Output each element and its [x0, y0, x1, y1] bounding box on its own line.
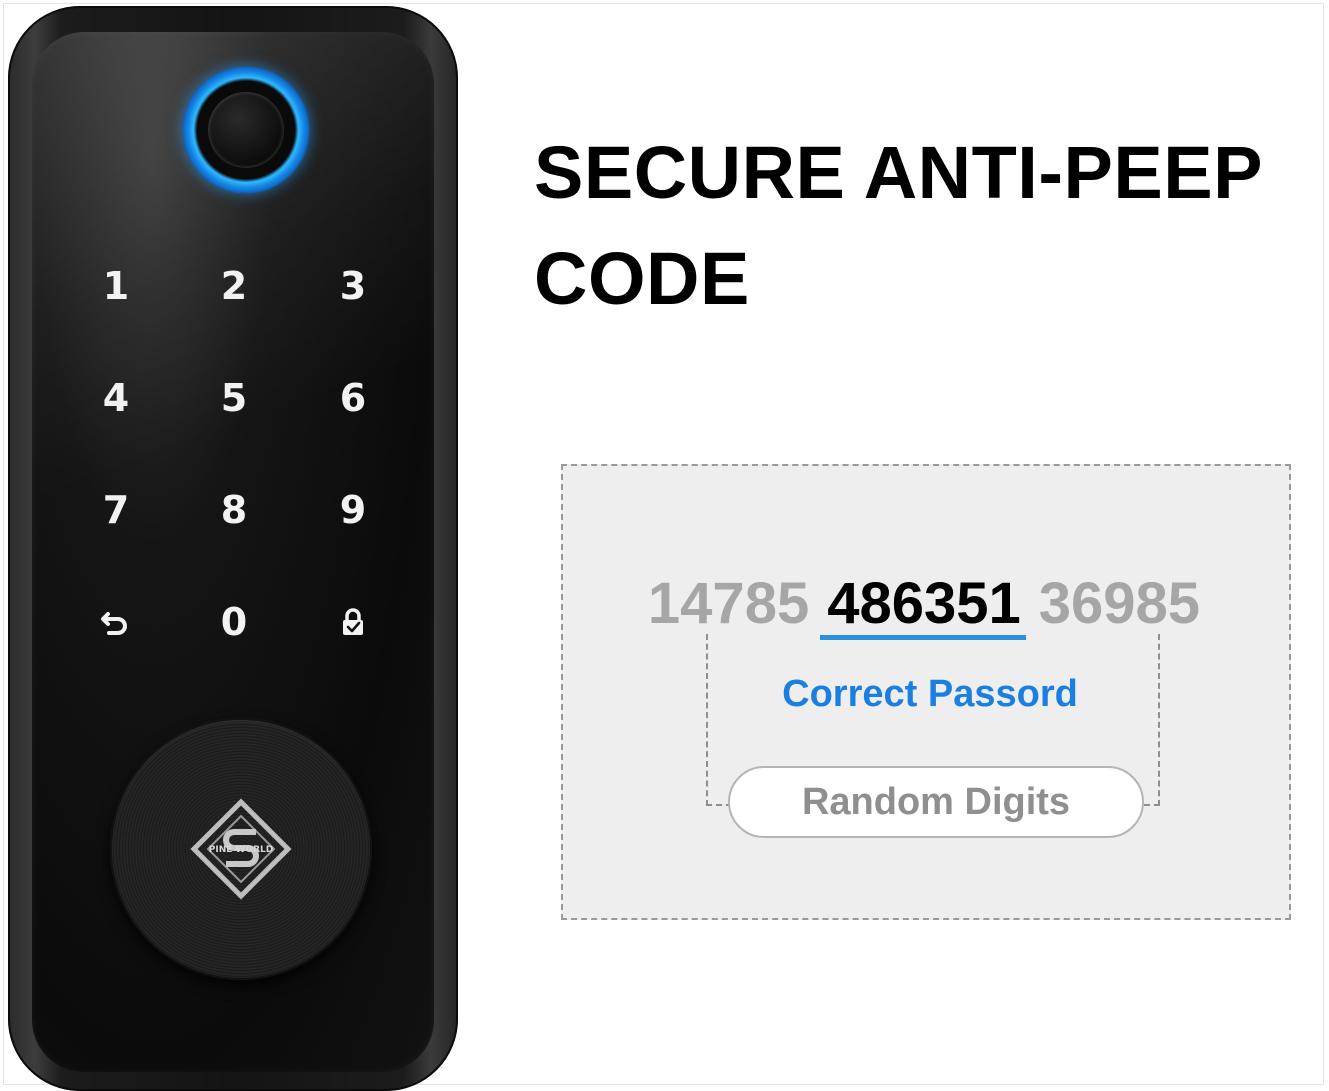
key-5[interactable]: 5 [204, 368, 264, 428]
smart-lock-device: 1 2 3 4 5 6 7 8 9 0 PINE WORLD [8, 6, 458, 1091]
lock-front-panel: 1 2 3 4 5 6 7 8 9 0 PINE WORLD [32, 32, 434, 1072]
code-sequence: 14785 486351 36985 [564, 568, 1284, 640]
lock-key[interactable] [323, 592, 383, 652]
key-1[interactable]: 1 [86, 256, 146, 316]
back-key[interactable] [86, 592, 146, 652]
headline-line-1: SECURE ANTI-PEEP [534, 131, 1263, 214]
logo-text: PINE WORLD [209, 845, 273, 855]
correct-password-underline [820, 635, 1026, 640]
random-digits-before: 14785 [647, 571, 810, 636]
back-arrow-icon [101, 612, 127, 635]
key-2[interactable]: 2 [204, 256, 264, 316]
headline-line-2: CODE [534, 237, 750, 320]
key-8[interactable]: 8 [204, 480, 264, 540]
random-digits-after: 36985 [1038, 571, 1201, 636]
page-headline: SECURE ANTI-PEEP CODE [534, 120, 1324, 332]
key-0[interactable]: 0 [204, 592, 264, 652]
correct-password-digits: 486351 [827, 571, 1021, 636]
random-digits-text: Random Digits [801, 780, 1071, 823]
correct-password-label: Correct Passord [782, 673, 1078, 715]
key-9[interactable]: 9 [323, 480, 383, 540]
key-6[interactable]: 6 [323, 368, 383, 428]
fingerprint-ring[interactable] [182, 66, 310, 194]
pine-world-logo: PINE WORLD [190, 798, 292, 900]
lock-check-icon [343, 608, 363, 635]
key-4[interactable]: 4 [86, 368, 146, 428]
random-digits-label: Random Digits [728, 766, 1144, 838]
key-3[interactable]: 3 [323, 256, 383, 316]
door-knob[interactable]: PINE WORLD [110, 718, 372, 980]
fingerprint-sensor-icon[interactable] [208, 92, 284, 168]
key-7[interactable]: 7 [86, 480, 146, 540]
